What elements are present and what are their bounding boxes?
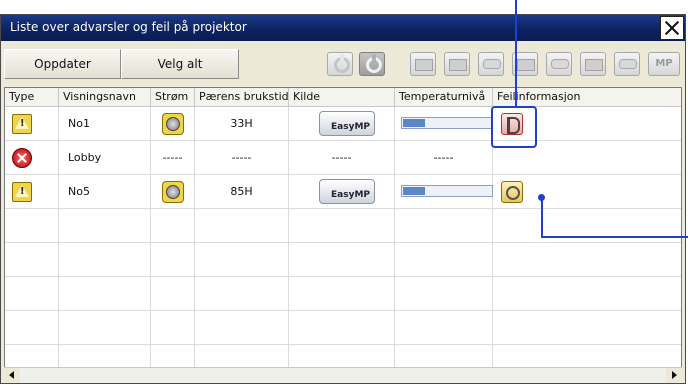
column-header-temperature[interactable]: Temperaturnivå (395, 88, 493, 106)
warning-icon (12, 114, 32, 134)
select-all-button[interactable]: Velg alt (121, 49, 239, 79)
table-row[interactable]: No5 85H EasyMP (5, 175, 681, 209)
row-power: ----- (151, 141, 195, 174)
row-lamp-time: ----- (195, 141, 289, 174)
scroll-right-icon[interactable] (666, 368, 682, 383)
column-header-lamp-time[interactable]: Pærens brukstid (195, 88, 289, 106)
power-on-icon[interactable] (327, 52, 353, 76)
update-button[interactable]: Oppdater (4, 49, 121, 79)
window-title: Liste over advarsler og feil på projekto… (10, 20, 247, 34)
column-header-type[interactable]: Type (5, 88, 59, 106)
column-header-power[interactable]: Strøm (151, 88, 195, 106)
alert-table: Type Visningsnavn Strøm Pærens brukstid … (4, 87, 682, 383)
table-row[interactable]: Lobby ----- ----- ----- ----- (5, 141, 681, 175)
table-row (5, 277, 681, 311)
easymp-source-icon: EasyMP (319, 111, 375, 136)
column-header-error-info[interactable]: Feilinformasjon (493, 88, 681, 106)
row-name: Lobby (59, 141, 151, 174)
row-name: No1 (59, 107, 151, 140)
close-icon[interactable] (660, 16, 684, 40)
warning-icon (12, 182, 32, 202)
row-name: No5 (59, 175, 151, 208)
table-row[interactable]: No1 33H EasyMP (5, 107, 681, 141)
network-source-icon[interactable] (478, 52, 504, 76)
audio-source-icon[interactable] (614, 52, 640, 76)
row-temperature: ----- (395, 141, 493, 174)
s-video-source-icon[interactable] (546, 52, 572, 76)
hdmi-source-icon[interactable] (580, 52, 606, 76)
table-row (5, 311, 681, 345)
temperature-bar (401, 117, 493, 129)
power-off-icon[interactable] (359, 52, 385, 76)
row-lamp-time: 33H (195, 107, 289, 140)
row-lamp-time: 85H (195, 175, 289, 208)
toolbar: Oppdater Velg alt MP (1, 41, 685, 85)
callout-line (515, 0, 517, 106)
callout-line (541, 196, 543, 238)
row-source: ----- (289, 141, 395, 174)
error-icon (12, 148, 32, 168)
column-header-source[interactable]: Kilde (289, 88, 395, 106)
table-row (5, 243, 681, 277)
callout-line (541, 236, 688, 238)
mp-source-icon[interactable]: MP (648, 52, 680, 76)
lamp-warning-icon (162, 181, 184, 203)
title-bar: Liste over advarsler og feil på projekto… (1, 15, 685, 41)
projector-alert-list-window: Liste over advarsler og feil på projekto… (0, 14, 686, 384)
computer2-source-icon[interactable] (444, 52, 470, 76)
lamp-warning-icon (162, 113, 184, 135)
temperature-bar (401, 185, 493, 197)
fan-error-icon[interactable] (501, 181, 523, 203)
table-header: Type Visningsnavn Strøm Pærens brukstid … (5, 88, 681, 107)
horizontal-scrollbar[interactable] (4, 367, 682, 383)
computer-source-icon[interactable] (410, 52, 436, 76)
column-header-name[interactable]: Visningsnavn (59, 88, 151, 106)
callout-highlight (491, 106, 537, 148)
easymp-source-icon: EasyMP (319, 179, 375, 204)
scroll-left-icon[interactable] (4, 368, 20, 383)
